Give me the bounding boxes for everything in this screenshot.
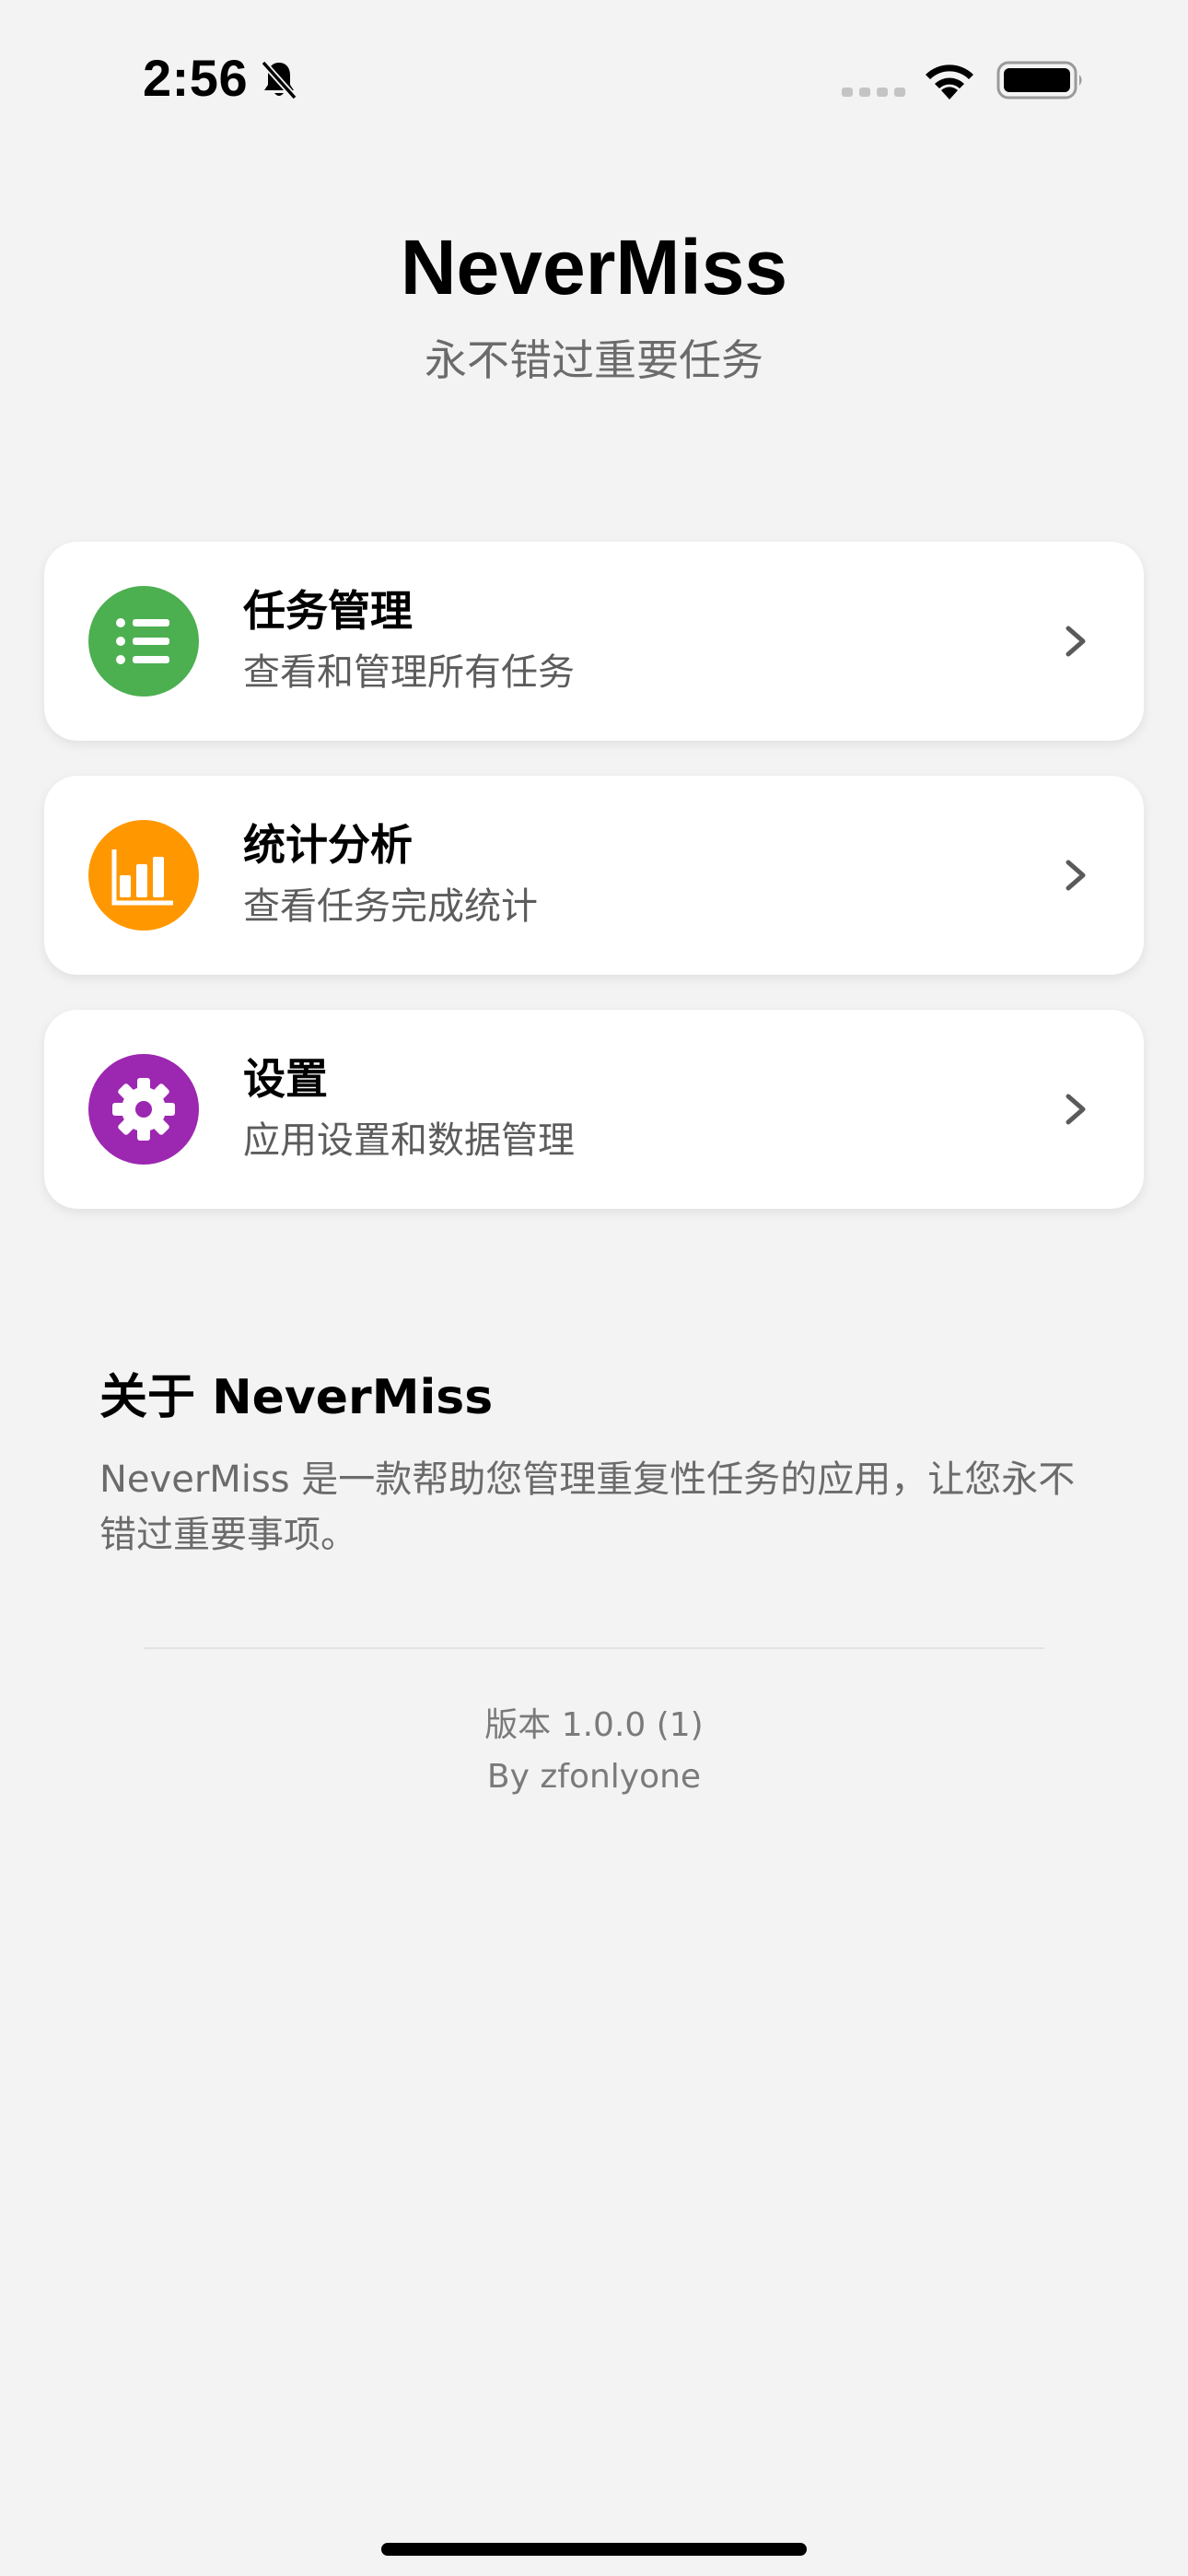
status-bar: 2:56: [0, 0, 1188, 157]
cellular-signal-icon: [842, 85, 906, 98]
chevron-right-icon: [1050, 615, 1101, 667]
wifi-icon: [921, 59, 978, 101]
statistics-card[interactable]: 统计分析 查看任务完成统计: [44, 776, 1144, 975]
card-description: 查看任务完成统计: [243, 885, 538, 928]
chevron-right-icon: [1050, 849, 1101, 901]
card-title: 任务管理: [243, 586, 413, 636]
battery-icon: [996, 59, 1085, 101]
task-management-card[interactable]: 任务管理 查看和管理所有任务: [44, 542, 1144, 741]
app-subtitle: 永不错过重要任务: [425, 335, 763, 385]
author-text: By zfonlyone: [486, 1758, 702, 1796]
bar-chart-icon: [88, 820, 199, 931]
card-title: 设置: [243, 1054, 328, 1104]
status-time: 2:56: [143, 49, 249, 107]
card-title: 统计分析: [243, 820, 413, 870]
divider: [144, 1647, 1044, 1649]
bell-slash-icon: [256, 57, 302, 103]
list-icon: [88, 586, 199, 697]
app-title: NeverMiss: [400, 224, 788, 310]
settings-card[interactable]: 设置 应用设置和数据管理: [44, 1010, 1144, 1209]
card-description: 应用设置和数据管理: [243, 1119, 575, 1162]
home-indicator[interactable]: [381, 2543, 807, 2556]
version-text: 版本 1.0.0 (1): [484, 1706, 704, 1744]
gear-icon: [88, 1054, 199, 1165]
card-description: 查看和管理所有任务: [243, 651, 575, 694]
about-title: 关于 NeverMiss: [99, 1370, 494, 1425]
about-body: NeverMiss 是一款帮助您管理重复性任务的应用，让您永不错过重要事项。: [99, 1458, 1076, 1556]
chevron-right-icon: [1050, 1083, 1101, 1135]
